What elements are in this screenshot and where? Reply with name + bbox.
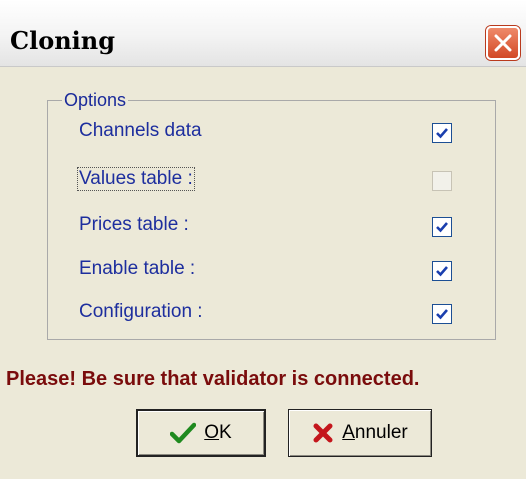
ok-button-label: OK [204,422,232,443]
checkbox-prices-table[interactable] [432,217,452,237]
checkbox-values-table[interactable] [432,171,452,191]
cancel-button-label: Annuler [342,422,408,443]
window-title: Cloning [10,26,116,55]
ok-button[interactable]: OK [136,409,266,457]
checkmark-icon [436,309,448,320]
option-label-configuration[interactable]: Configuration : [79,301,203,323]
option-label-values-table[interactable]: Values table : [77,167,195,191]
checkmark-icon [436,266,448,277]
title-bar[interactable]: Cloning [0,0,526,67]
warning-message: Please! Be sure that validator is connec… [6,368,420,390]
red-x-icon [313,423,333,443]
cloning-dialog: Cloning Options Channels data Values tab… [0,0,526,479]
checkmark-icon [436,128,448,139]
option-label-prices-table[interactable]: Prices table : [79,214,189,236]
checkbox-channels-data[interactable] [432,123,452,143]
close-button[interactable] [486,26,520,60]
checkmark-icon [436,222,448,233]
checkbox-enable-table[interactable] [432,261,452,281]
checkmark-icon [170,422,197,444]
option-label-enable-table[interactable]: Enable table : [79,258,195,280]
close-icon [494,34,512,52]
option-label-channels-data[interactable]: Channels data [79,120,202,142]
checkbox-configuration[interactable] [432,304,452,324]
options-legend: Options [62,90,129,111]
cancel-button[interactable]: Annuler [288,409,432,457]
